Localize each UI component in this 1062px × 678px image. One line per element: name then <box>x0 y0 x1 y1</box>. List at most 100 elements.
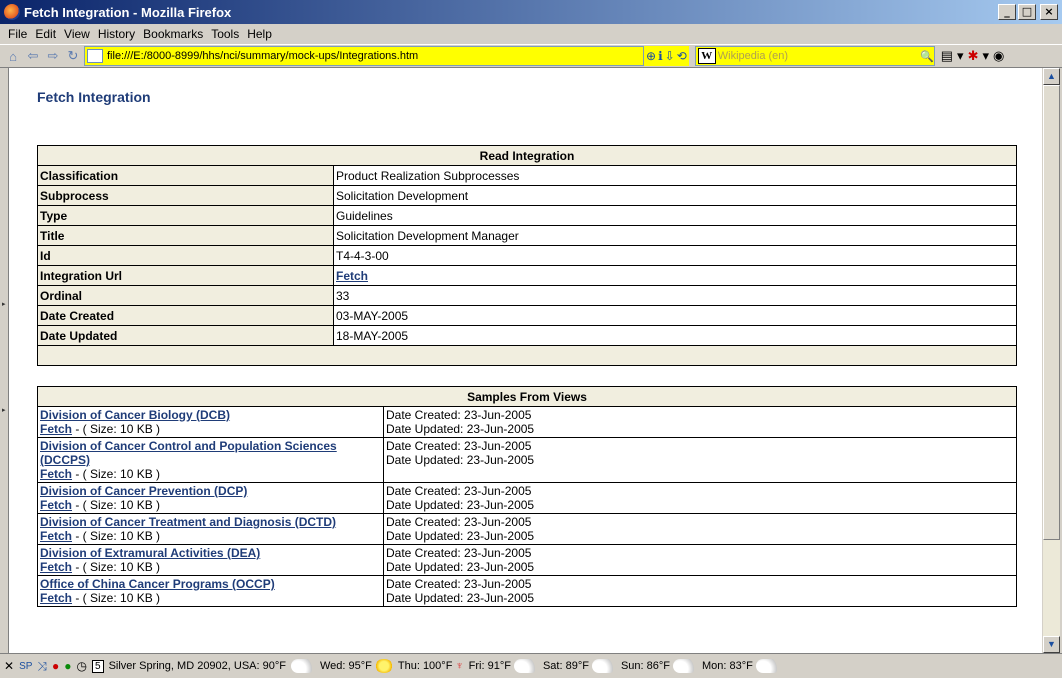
sample-row: Division of Cancer Biology (DCB) Fetch - … <box>37 406 1017 438</box>
clock-icon[interactable]: ◷ <box>77 659 87 673</box>
sample-row: Division of Cancer Control and Populatio… <box>37 437 1017 483</box>
sample-name-link[interactable]: Division of Extramural Activities (DEA) <box>40 546 260 560</box>
fetch-link[interactable]: Fetch <box>40 467 72 481</box>
page-content: Fetch Integration Read Integration Class… <box>8 68 1042 653</box>
field-label: Classification <box>37 165 334 186</box>
field-label: Integration Url <box>37 265 334 286</box>
down-arrow-icon[interactable]: ⇩ <box>665 49 675 63</box>
calendar-icon[interactable]: 5 <box>92 659 104 673</box>
menu-bookmarks[interactable]: Bookmarks <box>139 27 207 41</box>
eye-icon[interactable]: ◉ <box>993 48 1004 64</box>
vertical-scrollbar[interactable]: ▲ ▼ <box>1043 68 1060 653</box>
minimize-button[interactable]: _ <box>998 4 1016 20</box>
dropdown-arrow-icon[interactable]: ▾ <box>982 48 989 64</box>
firefox-logo-icon <box>4 4 20 20</box>
field-label: Id <box>37 245 334 266</box>
sample-name-link[interactable]: Office of China Cancer Programs (OCCP) <box>40 577 275 591</box>
menu-bar: File Edit View History Bookmarks Tools H… <box>0 24 1062 44</box>
table-row: Title Solicitation Development Manager <box>37 225 1017 246</box>
menu-edit[interactable]: Edit <box>31 27 60 41</box>
sample-name-link[interactable]: Division of Cancer Biology (DCB) <box>40 408 230 422</box>
field-label: Date Created <box>37 305 334 326</box>
partly-cloudy-icon <box>290 659 315 673</box>
address-bar[interactable]: file:///E:/8000-8999/hhs/nci/summary/moc… <box>84 46 644 66</box>
scroll-up-icon[interactable]: ▲ <box>1043 68 1060 85</box>
forward-icon[interactable]: ⇨ <box>44 47 62 65</box>
fetch-link[interactable]: Fetch <box>40 498 72 512</box>
table-row: Date Created 03-MAY-2005 <box>37 305 1017 326</box>
search-icon[interactable]: 🔍 <box>920 50 934 63</box>
globe-icon[interactable]: ⊕ <box>646 49 656 63</box>
menu-view[interactable]: View <box>60 27 94 41</box>
menu-file[interactable]: File <box>4 27 31 41</box>
reload-icon[interactable]: ↻ <box>64 47 82 65</box>
back-icon[interactable]: ⇦ <box>24 47 42 65</box>
table-footer <box>37 345 1017 366</box>
scroll-down-icon[interactable]: ▼ <box>1043 636 1060 653</box>
scrollbar-thumb[interactable] <box>1043 85 1060 540</box>
forecast-day: Fri: 91°F <box>468 660 511 672</box>
read-integration-table: Read Integration Classification Product R… <box>37 145 1017 366</box>
field-label: Subprocess <box>37 185 334 206</box>
date-created: Date Created: 23-Jun-2005 <box>386 408 532 422</box>
home-icon[interactable]: ⌂ <box>4 47 22 65</box>
window-title: Fetch Integration - Mozilla Firefox <box>24 4 232 20</box>
table-row: Classification Product Realization Subpro… <box>37 165 1017 186</box>
navigation-toolbar: ⌂ ⇦ ⇨ ↻ file:///E:/8000-8999/hhs/nci/sum… <box>0 44 1062 68</box>
forecast-day: Thu: 100°F <box>397 660 453 672</box>
addon-arrows-icon[interactable]: ⤨ <box>37 659 47 674</box>
wikipedia-logo-icon: W <box>697 48 716 64</box>
forecast-day: Sun: 86°F <box>620 660 670 672</box>
dropdown-arrow-icon[interactable]: ▾ <box>957 48 964 64</box>
menu-history[interactable]: History <box>94 27 139 41</box>
size-text: - ( Size: 10 KB ) <box>72 560 161 574</box>
date-created: Date Created: 23-Jun-2005 <box>386 515 532 529</box>
info-icon[interactable]: ℹ <box>658 49 663 63</box>
forecast-day: Mon: 83°F <box>702 660 753 672</box>
size-text: - ( Size: 10 KB ) <box>72 467 161 481</box>
sidebar-grip[interactable]: ▸ ▸ <box>0 68 8 653</box>
partly-cloudy-icon <box>673 659 697 673</box>
fetch-link[interactable]: Fetch <box>40 591 72 605</box>
maximize-button[interactable]: □ <box>1018 4 1036 20</box>
sample-name-link[interactable]: Division of Cancer Control and Populatio… <box>40 439 337 467</box>
date-updated: Date Updated: 23-Jun-2005 <box>386 498 535 512</box>
menu-help[interactable]: Help <box>243 27 276 41</box>
wikipedia-search-input[interactable]: Wikipedia (en) <box>718 50 920 62</box>
date-updated: Date Updated: 23-Jun-2005 <box>386 560 535 574</box>
title-bar: Fetch Integration - Mozilla Firefox _ □ … <box>0 0 1062 24</box>
size-text: - ( Size: 10 KB ) <box>72 591 161 605</box>
field-value: Solicitation Development <box>333 185 1017 206</box>
weather-location[interactable]: Silver Spring, MD 20902, USA: 90°F <box>109 660 286 672</box>
sample-row: Division of Extramural Activities (DEA) F… <box>37 544 1017 576</box>
menu-tools[interactable]: Tools <box>207 27 243 41</box>
sun-icon <box>374 659 393 673</box>
field-value: T4-4-3-00 <box>333 245 1017 266</box>
date-created: Date Created: 23-Jun-2005 <box>386 546 532 560</box>
date-updated: Date Updated: 23-Jun-2005 <box>386 591 535 605</box>
addon-icon[interactable]: ✱ <box>968 48 979 64</box>
partly-cloudy-icon <box>755 659 780 673</box>
close-button[interactable]: × <box>1040 4 1058 20</box>
download-icon[interactable]: ● <box>64 659 71 673</box>
field-value: Product Realization Subprocesses <box>333 165 1017 186</box>
sample-row: Office of China Cancer Programs (OCCP) Fe… <box>37 575 1017 607</box>
page-title: Fetch Integration <box>37 89 151 105</box>
sample-name-link[interactable]: Division of Cancer Treatment and Diagnos… <box>40 515 336 529</box>
error-icon[interactable]: ● <box>52 659 59 673</box>
sample-name-link[interactable]: Division of Cancer Prevention (DCP) <box>40 484 247 498</box>
partly-cloudy-icon <box>513 659 538 673</box>
integration-url-link[interactable]: Fetch <box>336 269 368 283</box>
field-label: Ordinal <box>37 285 334 306</box>
fetch-link[interactable]: Fetch <box>40 529 72 543</box>
wikipedia-search[interactable]: W Wikipedia (en) 🔍 <box>694 46 935 66</box>
date-created: Date Created: 23-Jun-2005 <box>386 439 532 453</box>
sp-addon-icon[interactable]: SP <box>19 661 32 672</box>
fetch-link[interactable]: Fetch <box>40 560 72 574</box>
extension-buttons: ⊕ ℹ ⇩ ⟲ <box>644 46 689 66</box>
fetch-link[interactable]: Fetch <box>40 422 72 436</box>
partly-cloudy-icon: ♆ <box>455 660 464 672</box>
sync-icon[interactable]: ⟲ <box>677 49 687 63</box>
close-findbar-icon[interactable]: ✕ <box>4 659 14 673</box>
toolbar-tool-icon[interactable]: ▤ <box>941 48 953 64</box>
